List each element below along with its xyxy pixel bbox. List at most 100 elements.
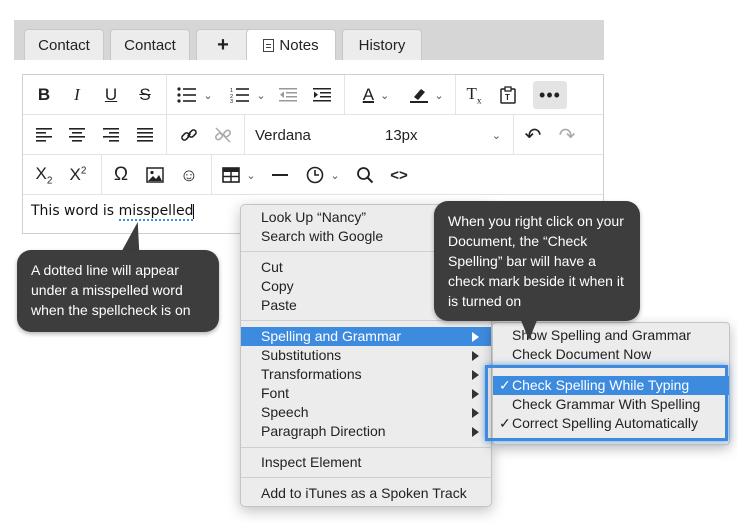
font-color-icon[interactable]: A ⌄ bbox=[354, 81, 398, 109]
marker-glyph bbox=[410, 89, 429, 103]
unlink-glyph bbox=[214, 127, 232, 143]
chevron-down-icon: ⌄ bbox=[434, 89, 444, 102]
emoji-icon[interactable]: ☺ bbox=[177, 161, 201, 189]
link-glyph bbox=[181, 129, 197, 141]
menu-item-label: Spelling and Grammar bbox=[261, 328, 402, 344]
font-family-select[interactable]: Verdana bbox=[255, 121, 375, 149]
table-icon[interactable]: ⌄ bbox=[219, 161, 259, 189]
tab-contact[interactable]: Contact bbox=[24, 29, 104, 60]
numbered-list-glyph: 123 bbox=[230, 88, 250, 103]
undo-icon[interactable]: ↶ bbox=[521, 121, 545, 149]
subscript-icon[interactable]: X2 bbox=[31, 161, 57, 189]
more-icon[interactable]: ••• bbox=[533, 81, 567, 109]
submenu-arrow-icon bbox=[472, 408, 479, 418]
clipboard-glyph: T bbox=[500, 86, 516, 104]
menu-item-font[interactable]: Font bbox=[241, 384, 491, 403]
indent-icon[interactable] bbox=[311, 81, 333, 109]
menu-item-inspect-element[interactable]: Inspect Element bbox=[241, 453, 491, 472]
submenu-arrow-icon bbox=[472, 332, 479, 342]
callout-check-spelling: When you right click on your Document, t… bbox=[434, 201, 640, 321]
submenu-arrow-icon bbox=[472, 351, 479, 361]
indent-glyph bbox=[313, 88, 331, 102]
omega-icon[interactable]: Ω bbox=[109, 161, 133, 189]
link-icon[interactable] bbox=[177, 121, 201, 149]
document-body[interactable]: This word is misspelled bbox=[31, 203, 195, 221]
font-color-glyph: A bbox=[362, 85, 375, 104]
misspelled-word[interactable]: misspelled bbox=[118, 203, 194, 221]
superscript-icon[interactable]: X2 bbox=[65, 161, 91, 189]
search-icon[interactable] bbox=[353, 161, 377, 189]
chevron-down-icon: ⌄ bbox=[246, 169, 256, 182]
menu-item-substitutions[interactable]: Substitutions bbox=[241, 346, 491, 365]
tab-history[interactable]: History bbox=[342, 29, 422, 60]
menu-item-label: Substitutions bbox=[261, 347, 342, 363]
toolbar-row-3: X2 X2 Ω ☺ ⌄ ⌄ <> bbox=[23, 155, 603, 195]
align-center-glyph bbox=[69, 128, 85, 142]
align-right-icon[interactable] bbox=[100, 121, 122, 149]
toolbar-divider bbox=[166, 75, 167, 114]
clock-icon[interactable]: ⌄ bbox=[301, 161, 345, 189]
menu-item-speech[interactable]: Speech bbox=[241, 403, 491, 422]
code-icon[interactable]: <> bbox=[387, 161, 411, 189]
document-text: This word is bbox=[31, 203, 119, 219]
tab-label: Contact bbox=[124, 36, 176, 54]
image-glyph bbox=[146, 167, 164, 183]
paste-text-icon[interactable]: T bbox=[497, 81, 519, 109]
screenshot-stage: Contact Contact + Notes History B I U S … bbox=[0, 0, 738, 523]
image-icon[interactable] bbox=[143, 161, 167, 189]
annotation-highlight-box bbox=[485, 365, 728, 441]
menu-item-label: Transformations bbox=[261, 366, 362, 382]
font-size-select[interactable]: 13px ⌄ bbox=[385, 121, 505, 149]
align-right-glyph bbox=[103, 128, 119, 142]
menu-item-transformations[interactable]: Transformations bbox=[241, 365, 491, 384]
toolbar-divider bbox=[101, 155, 102, 194]
toolbar-divider bbox=[344, 75, 345, 114]
magnifier-glyph bbox=[357, 167, 374, 184]
toolbar-divider bbox=[211, 155, 212, 194]
plus-icon: + bbox=[217, 33, 229, 56]
toolbar-divider bbox=[513, 115, 514, 154]
chevron-down-icon: ⌄ bbox=[330, 169, 340, 182]
toolbar-row-1: B I U S ⌄ 1 2 3 ⌄ A ⌄ ⌄ Tx T ••• bbox=[23, 75, 603, 115]
text-cursor bbox=[193, 203, 195, 219]
menu-item-paragraph-direction[interactable]: Paragraph Direction bbox=[241, 422, 491, 441]
toolbar-row-2: Verdana 13px ⌄ ↶ ↷ bbox=[23, 115, 603, 155]
unlink-icon[interactable] bbox=[211, 121, 235, 149]
chevron-down-icon: ⌄ bbox=[491, 129, 501, 142]
submenu-item-check-now[interactable]: Check Document Now bbox=[493, 345, 729, 364]
submenu-arrow-icon bbox=[472, 427, 479, 437]
clock-glyph bbox=[307, 166, 324, 184]
redo-icon[interactable]: ↷ bbox=[555, 121, 579, 149]
align-left-icon[interactable] bbox=[33, 121, 55, 149]
outdent-icon[interactable] bbox=[277, 81, 299, 109]
clear-format-icon[interactable]: Tx bbox=[463, 81, 485, 109]
toolbar-divider bbox=[166, 115, 167, 154]
strikethrough-icon[interactable]: S bbox=[134, 81, 156, 109]
menu-separator bbox=[241, 447, 491, 448]
horizontal-rule-icon[interactable] bbox=[269, 161, 291, 189]
font-size-value: 13px bbox=[385, 126, 418, 144]
bullet-list-icon[interactable]: ⌄ bbox=[175, 81, 215, 109]
font-family-value: Verdana bbox=[255, 126, 311, 144]
italic-icon[interactable]: I bbox=[66, 81, 88, 109]
menu-item-spelling-grammar[interactable]: Spelling and Grammar bbox=[241, 327, 491, 346]
tab-add[interactable]: + bbox=[196, 29, 250, 60]
tab-label: Contact bbox=[38, 36, 90, 54]
document-icon bbox=[263, 38, 275, 52]
menu-item-label: Paragraph Direction bbox=[261, 423, 386, 439]
chevron-down-icon: ⌄ bbox=[256, 89, 266, 102]
svg-text:3: 3 bbox=[230, 99, 233, 103]
tab-contact-2[interactable]: Contact bbox=[110, 29, 190, 60]
align-justify-glyph bbox=[137, 128, 153, 142]
toolbar-divider bbox=[455, 75, 456, 114]
highlight-color-icon[interactable]: ⌄ bbox=[405, 81, 449, 109]
align-center-icon[interactable] bbox=[66, 121, 88, 149]
chevron-down-icon: ⌄ bbox=[203, 89, 213, 102]
tab-notes[interactable]: Notes bbox=[246, 29, 336, 60]
bold-icon[interactable]: B bbox=[33, 81, 55, 109]
toolbar-divider bbox=[244, 115, 245, 154]
underline-icon[interactable]: U bbox=[100, 81, 122, 109]
numbered-list-icon[interactable]: 1 2 3 ⌄ bbox=[226, 81, 270, 109]
align-justify-icon[interactable] bbox=[134, 121, 156, 149]
menu-item-add-itunes[interactable]: Add to iTunes as a Spoken Track bbox=[241, 484, 491, 503]
